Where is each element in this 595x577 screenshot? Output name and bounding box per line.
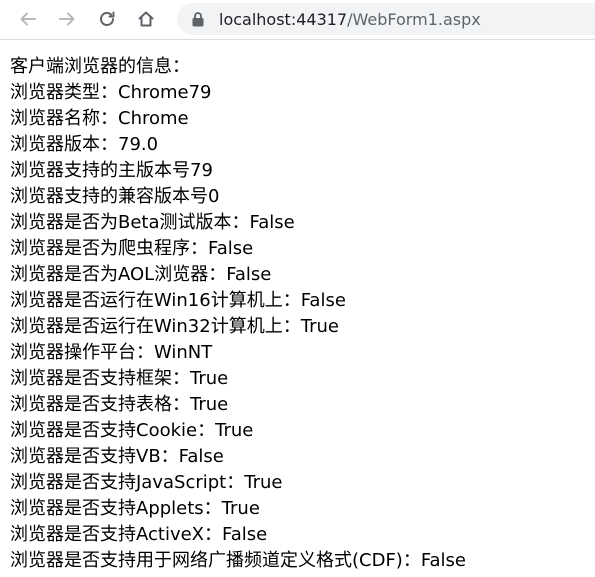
info-line: 浏览器是否为AOL浏览器：False	[10, 264, 272, 285]
browser-toolbar: localhost:44317/WebForm1.aspx	[0, 0, 595, 40]
url-host: localhost:44317	[219, 9, 348, 29]
info-line: 浏览器是否支持Applets：True	[10, 498, 260, 519]
page-content: 客户端浏览器的信息： 浏览器类型：Chrome79 浏览器名称：Chrome 浏…	[10, 54, 595, 574]
info-line: 浏览器是否为Beta测试版本：False	[10, 212, 295, 233]
info-line: 浏览器是否支持用于网络广播频道定义格式(CDF)：False	[10, 550, 467, 571]
forward-button[interactable]	[52, 4, 82, 34]
info-heading: 客户端浏览器的信息：	[10, 56, 190, 77]
arrow-left-icon	[20, 12, 36, 26]
url-text[interactable]: localhost:44317/WebForm1.aspx	[219, 10, 481, 29]
info-line: 浏览器操作平台：WinNT	[10, 342, 213, 363]
info-line: 浏览器名称：Chrome	[10, 108, 189, 129]
info-line: 浏览器支持的主版本号79	[10, 160, 213, 181]
info-line: 浏览器是否支持JavaScript：True	[10, 472, 283, 493]
info-line: 浏览器是否支持框架：True	[10, 368, 229, 389]
reload-button[interactable]	[92, 4, 122, 34]
info-line: 浏览器是否支持ActiveX：False	[10, 524, 268, 545]
lock-icon[interactable]	[191, 11, 205, 27]
address-bar[interactable]: localhost:44317/WebForm1.aspx	[177, 3, 595, 35]
reload-icon	[100, 11, 115, 26]
info-line: 浏览器是否支持Cookie：True	[10, 420, 254, 441]
info-line: 浏览器支持的兼容版本号0	[10, 186, 220, 207]
info-line: 浏览器是否运行在Win16计算机上：False	[10, 290, 346, 311]
info-line: 浏览器是否为爬虫程序：False	[10, 238, 254, 259]
info-line: 浏览器是否支持VB：False	[10, 446, 224, 467]
url-path: /WebForm1.aspx	[347, 9, 481, 29]
info-line: 浏览器类型：Chrome79	[10, 82, 212, 103]
home-icon	[138, 11, 154, 27]
arrow-right-icon	[59, 12, 75, 26]
info-line: 浏览器是否支持表格：True	[10, 394, 229, 415]
home-button[interactable]	[131, 4, 161, 34]
info-line: 浏览器版本：79.0	[10, 134, 159, 155]
back-button[interactable]	[13, 4, 43, 34]
info-line: 浏览器是否运行在Win32计算机上：True	[10, 316, 339, 337]
